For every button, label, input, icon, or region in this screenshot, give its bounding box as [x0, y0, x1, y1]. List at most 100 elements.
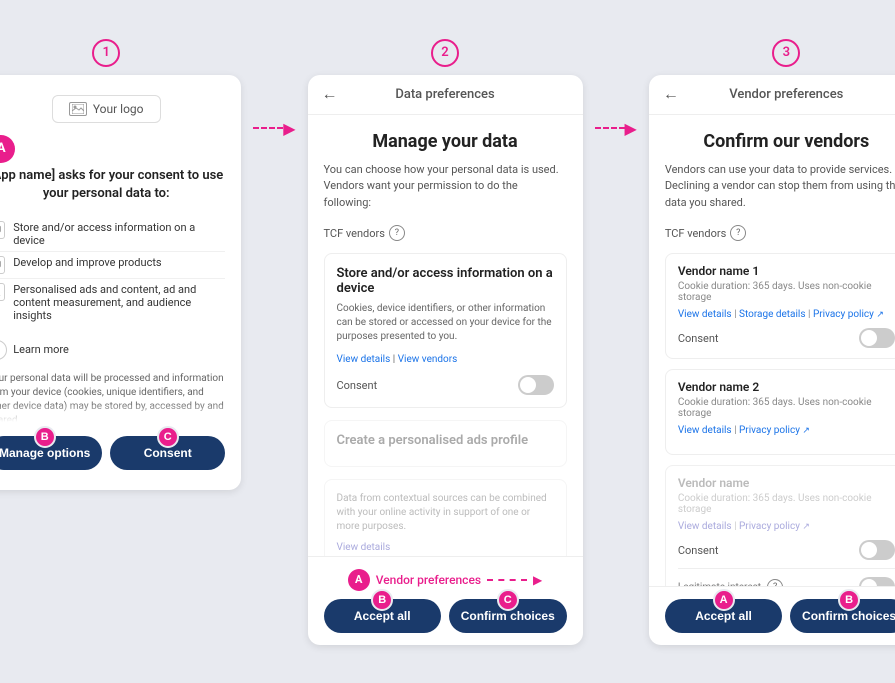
panel3-footer-buttons: A Accept all B Confirm choices	[665, 599, 895, 633]
accept-all-button-p2[interactable]: B Accept all	[324, 599, 442, 633]
image-icon	[69, 102, 87, 116]
panel3-header-title: Vendor preferences	[729, 87, 843, 102]
view-details-v2[interactable]: View details	[678, 425, 732, 436]
logo-area: Your logo	[52, 95, 161, 123]
privacy-policy-v2[interactable]: Privacy policy	[739, 425, 800, 436]
consent-toggle-v3[interactable]	[859, 540, 895, 560]
consent-row-v1: Consent	[678, 328, 895, 348]
vendor-name-1: Vendor name 1	[678, 264, 895, 278]
manage-badge: B	[34, 426, 56, 448]
manage-options-button[interactable]: B Manage options	[0, 436, 102, 470]
arrow-2-3: ▶	[595, 119, 637, 138]
panel2-body: Manage your data You can choose how your…	[308, 115, 583, 556]
vendor-pref-text: Vendor preferences	[376, 573, 481, 587]
vendor-card-2: Vendor name 2 Cookie duration: 365 days.…	[665, 369, 895, 455]
list-item: Personalised ads and content, ad and con…	[0, 279, 225, 326]
logo-text: Your logo	[93, 102, 144, 116]
storage-icon	[0, 221, 5, 239]
panel3-body: Confirm our vendors Vendors can use your…	[649, 115, 895, 586]
confirm-badge-p3: B	[838, 589, 860, 611]
external-link-icon-v1: ↗	[876, 310, 884, 320]
list-item: Store and/or access information on a dev…	[0, 217, 225, 252]
list-item-text: Personalised ads and content, ad and con…	[13, 283, 225, 322]
privacy-policy-v1[interactable]: Privacy policy	[813, 309, 874, 320]
confirm-choices-button-p2[interactable]: C Confirm choices	[449, 599, 567, 633]
panel-1: Your logo A [App name] asks for your con…	[0, 75, 241, 490]
list-item-text: Develop and improve products	[13, 256, 161, 269]
tcf-vendors-label: TCF vendors ?	[324, 225, 567, 241]
panel2-main-title: Manage your data	[324, 131, 567, 152]
help-icon-3: ?	[730, 225, 746, 241]
vendor-meta-3: Cookie duration: 365 days. Uses non-cook…	[678, 493, 895, 515]
panel3-main-title: Confirm our vendors	[665, 131, 895, 152]
arrow-1-2: ▶	[253, 119, 295, 138]
view-details-link[interactable]: View details	[337, 354, 391, 365]
panel1-description: Your personal data will be processed and…	[0, 372, 225, 422]
panel2-header: ← Data preferences	[308, 75, 583, 115]
list-item: Develop and improve products	[0, 252, 225, 279]
panel2-desc: You can choose how your personal data is…	[324, 162, 567, 212]
list-item-text: Store and/or access information on a dev…	[13, 221, 225, 247]
view-vendors-link[interactable]: View vendors	[398, 354, 458, 365]
develop-icon	[0, 256, 5, 274]
back-arrow-icon[interactable]: ←	[322, 84, 338, 104]
view-details-link-3[interactable]: View details	[337, 542, 391, 553]
consent-row-v3: Consent	[678, 540, 895, 560]
learn-more-row: ∨ Learn more	[0, 336, 225, 364]
confirm-choices-button-p3[interactable]: B Confirm choices	[790, 599, 895, 633]
divider	[678, 568, 895, 569]
learn-more-text: Learn more	[13, 343, 69, 356]
consent-badge: C	[157, 426, 179, 448]
vendor-pref-badge: A	[348, 569, 370, 591]
vendor-links-3: View details | Privacy policy ↗	[678, 521, 895, 532]
panel2-header-title: Data preferences	[395, 87, 494, 102]
vendor-card-3: Vendor name Cookie duration: 365 days. U…	[665, 465, 895, 586]
external-link-icon-v2: ↗	[802, 426, 810, 436]
step-1-circle: 1	[92, 39, 120, 67]
vendor-meta-2: Cookie duration: 365 days. Uses non-cook…	[678, 397, 895, 419]
consent-label-1: Consent	[337, 379, 378, 392]
personalized-icon	[0, 283, 5, 301]
panel-2: ← Data preferences Manage your data You …	[308, 75, 583, 645]
consent-button[interactable]: C Consent	[110, 436, 225, 470]
accept-badge-p3: A	[713, 589, 735, 611]
panel1-app-badge: A	[0, 135, 15, 163]
purpose-title-1: Store and/or access information on a dev…	[337, 266, 554, 296]
consent-label-v1: Consent	[678, 332, 719, 345]
panel1-buttons: B Manage options C Consent	[0, 436, 225, 470]
purpose-desc-3: Data from contextual sources can be comb…	[337, 492, 554, 534]
panel3-footer: A Accept all B Confirm choices	[649, 586, 895, 645]
vendor-links-1: View details | Storage details | Privacy…	[678, 309, 895, 320]
help-icon: ?	[389, 225, 405, 241]
panel3-desc: Vendors can use your data to provide ser…	[665, 162, 895, 212]
vendor-meta-1: Cookie duration: 365 days. Uses non-cook…	[678, 281, 895, 303]
panel-3: ← Vendor preferences Confirm our vendors…	[649, 75, 895, 645]
accept-all-button-p3[interactable]: A Accept all	[665, 599, 783, 633]
panel3-header: ← Vendor preferences	[649, 75, 895, 115]
panel2-footer-buttons: B Accept all C Confirm choices	[324, 599, 567, 633]
vendor-name-2: Vendor name 2	[678, 380, 895, 394]
purpose-card-2: Create a personalised ads profile	[324, 420, 567, 467]
privacy-policy-v3[interactable]: Privacy policy	[739, 521, 800, 532]
tcf-vendors-label-3: TCF vendors ?	[665, 225, 895, 241]
purpose-card-3: Data from contextual sources can be comb…	[324, 479, 567, 556]
vendor-pref-row: A Vendor preferences ▶	[324, 569, 567, 591]
purpose-title-2: Create a personalised ads profile	[337, 433, 554, 448]
view-details-v3[interactable]: View details	[678, 521, 732, 532]
li-toggle[interactable]	[859, 577, 895, 586]
consent-title: [App name] asks for your consent to use …	[0, 167, 225, 203]
consent-row-1: Consent	[337, 375, 554, 395]
consent-toggle-1[interactable]	[518, 375, 554, 395]
confirm-badge-p2: C	[497, 589, 519, 611]
storage-details-v1[interactable]: Storage details	[739, 309, 806, 320]
back-arrow-icon-3[interactable]: ←	[663, 84, 679, 104]
vendor-links-2: View details | Privacy policy ↗	[678, 425, 895, 436]
vendor-card-1: Vendor name 1 Cookie duration: 365 days.…	[665, 253, 895, 359]
view-details-v1[interactable]: View details	[678, 309, 732, 320]
consent-toggle-v1[interactable]	[859, 328, 895, 348]
purpose-desc-1: Cookies, device identifiers, or other in…	[337, 302, 554, 344]
purpose-card-1: Store and/or access information on a dev…	[324, 253, 567, 408]
purpose-links-1: View details | View vendors	[337, 354, 554, 365]
consent-label-v3: Consent	[678, 544, 719, 557]
panel2-footer: A Vendor preferences ▶ B Accept all C Co…	[308, 556, 583, 645]
